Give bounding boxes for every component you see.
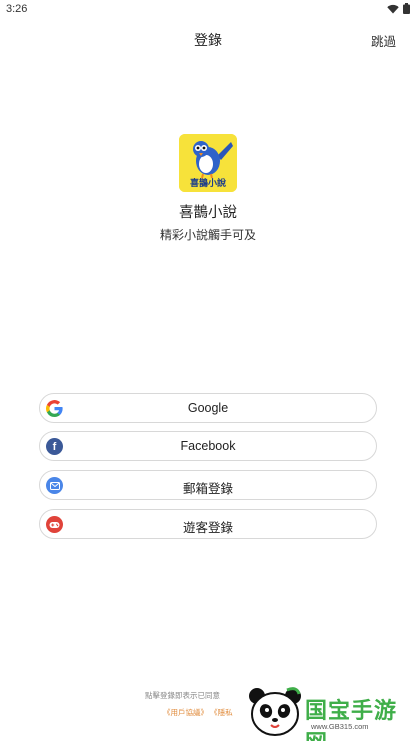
watermark-name: 国宝手游网 (305, 698, 398, 741)
watermark: 国宝手游网 www.GB315.com (247, 680, 416, 741)
panda-logo-icon (249, 687, 301, 736)
user-agreement-link[interactable]: 《用戶協議》 (163, 708, 208, 717)
app-name: 喜鵲小說 (179, 205, 237, 221)
header: 登錄 跳過 (0, 24, 416, 54)
google-login-label: Google (187, 401, 229, 415)
privacy-policy-link[interactable]: 《隱私 (210, 708, 233, 717)
page-title: 登錄 (194, 32, 222, 48)
facebook-login-label: Facebook (180, 439, 236, 453)
google-login-button[interactable]: Google (39, 393, 377, 423)
app-tagline: 精彩小說觸手可及 (159, 228, 256, 242)
facebook-login-button[interactable]: f Facebook (39, 431, 377, 461)
status-bar: 3:26 (0, 0, 416, 20)
status-time: 3:26 (6, 3, 28, 15)
guest-login-button[interactable]: 遊客登錄 (39, 509, 377, 539)
app-logo: 喜鵲小說 (179, 134, 237, 192)
watermark-url: www.GB315.com (311, 722, 369, 731)
logo-text: 喜鵲小說 (189, 178, 226, 188)
wifi-icon (387, 4, 399, 13)
skip-button[interactable]: 跳過 (371, 31, 396, 50)
email-login-label: 郵箱登錄 (182, 482, 233, 496)
battery-icon (403, 3, 410, 14)
email-login-button[interactable]: 郵箱登錄 (39, 470, 377, 500)
agreement-links: 《用戶協議》 《隱私 (163, 707, 233, 718)
status-icons (387, 3, 410, 14)
agreement-text: 點擊登錄即表示已同意 (145, 691, 220, 700)
guest-login-label: 遊客登錄 (182, 521, 233, 535)
